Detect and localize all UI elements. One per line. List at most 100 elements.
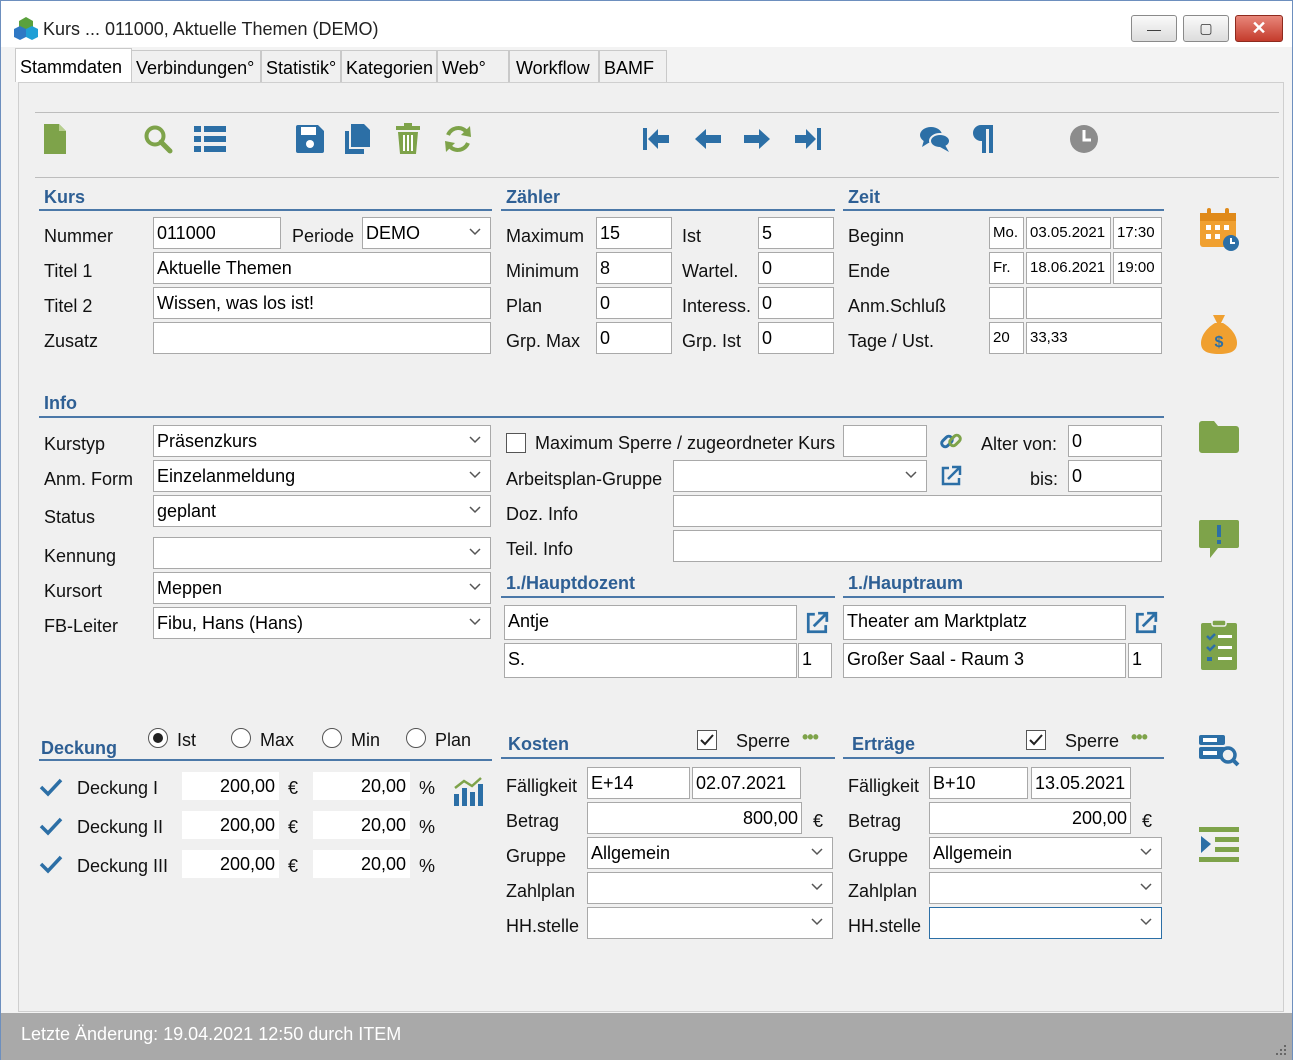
- titel1-input[interactable]: Aktuelle Themen: [153, 252, 491, 284]
- save-button[interactable]: [294, 123, 326, 155]
- minimize-button[interactable]: —: [1131, 15, 1177, 42]
- refresh-button[interactable]: [442, 123, 474, 155]
- tage-input[interactable]: 20: [989, 322, 1024, 354]
- grpmax-input[interactable]: 0: [596, 322, 672, 354]
- arbeitsplan-select[interactable]: [673, 460, 927, 492]
- last-record-button[interactable]: [792, 123, 824, 155]
- titel2-input[interactable]: Wissen, was los ist!: [153, 287, 491, 319]
- anmschluss-day-input[interactable]: [989, 287, 1024, 319]
- tab-verbindungen[interactable]: Verbindungen°: [131, 50, 261, 82]
- alter-bis-input[interactable]: 0: [1068, 460, 1162, 492]
- maximize-button[interactable]: ▢: [1183, 15, 1229, 42]
- deckung-chart-button[interactable]: [452, 775, 484, 807]
- ist-input[interactable]: 5: [758, 217, 834, 249]
- fbleiter-select[interactable]: Fibu, Hans (Hans): [153, 607, 491, 639]
- kurstyp-select[interactable]: Präsenzkurs: [153, 425, 491, 457]
- kosten-betrag-input[interactable]: 800,00: [587, 802, 802, 834]
- kosten-faelligkeit-code-input[interactable]: E+14: [587, 767, 690, 799]
- kosten-hhstelle-select[interactable]: [587, 907, 833, 939]
- kosten-zahlplan-select[interactable]: [587, 872, 833, 904]
- interess-input[interactable]: 0: [758, 287, 834, 319]
- ertraege-betrag-input[interactable]: 200,00: [929, 802, 1131, 834]
- minimum-input[interactable]: 8: [596, 252, 672, 284]
- deckung-percent-input[interactable]: 20,00: [313, 850, 410, 878]
- hauptdozent-name2-input[interactable]: S.: [504, 643, 797, 678]
- hauptdozent-count-input[interactable]: 1: [798, 643, 832, 678]
- deckung-max-radio[interactable]: [231, 728, 251, 748]
- close-button[interactable]: ✕: [1235, 15, 1283, 42]
- kursort-select[interactable]: Meppen: [153, 572, 491, 604]
- deckung-percent-input[interactable]: 20,00: [313, 772, 410, 800]
- tab-statistik[interactable]: Statistik°: [261, 50, 341, 82]
- grpist-input[interactable]: 0: [758, 322, 834, 354]
- kennung-select[interactable]: [153, 537, 491, 569]
- wartel-input[interactable]: 0: [758, 252, 834, 284]
- doz-info-input[interactable]: [673, 495, 1162, 527]
- ende-time-input[interactable]: 19:00: [1113, 252, 1162, 284]
- tab-kategorien[interactable]: Kategorien: [341, 50, 437, 82]
- link-course-button[interactable]: [935, 425, 967, 457]
- open-hauptraum-button[interactable]: [1130, 607, 1162, 639]
- periode-select[interactable]: DEMO: [362, 217, 491, 249]
- ertraege-zahlplan-select[interactable]: [929, 872, 1162, 904]
- open-hauptdozent-button[interactable]: [801, 607, 833, 639]
- copy-button[interactable]: [341, 123, 373, 155]
- tab-web[interactable]: Web°: [437, 50, 509, 82]
- search-records-button[interactable]: [1197, 727, 1241, 771]
- deckung-plan-radio[interactable]: [406, 728, 426, 748]
- hauptdozent-name-input[interactable]: Antje: [504, 605, 797, 640]
- tab-stammdaten[interactable]: Stammdaten: [15, 48, 132, 82]
- max-sperre-checkbox[interactable]: [506, 433, 526, 453]
- ertraege-faelligkeit-code-input[interactable]: B+10: [929, 767, 1028, 799]
- hauptraum-name2-input[interactable]: Großer Saal - Raum 3: [843, 643, 1126, 678]
- ertraege-gruppe-select[interactable]: Allgemein: [929, 837, 1162, 869]
- checklist-button[interactable]: [1197, 618, 1241, 674]
- ertraege-hhstelle-select[interactable]: [929, 907, 1162, 939]
- zusatz-input[interactable]: [153, 322, 491, 354]
- beginn-date-input[interactable]: 03.05.2021: [1026, 217, 1111, 249]
- zugeordneter-kurs-input[interactable]: [843, 425, 927, 457]
- kosten-more-button[interactable]: •••: [802, 727, 819, 748]
- tab-bamf[interactable]: BAMF: [599, 50, 667, 82]
- deckung-amount-input[interactable]: 200,00: [182, 850, 279, 878]
- teil-info-input[interactable]: [673, 530, 1162, 562]
- maximum-input[interactable]: 15: [596, 217, 672, 249]
- new-document-button[interactable]: [39, 123, 71, 155]
- search-button[interactable]: [142, 123, 174, 155]
- alter-von-input[interactable]: 0: [1068, 425, 1162, 457]
- list-view-button[interactable]: [194, 123, 226, 155]
- costs-button[interactable]: $: [1197, 311, 1241, 355]
- history-button[interactable]: [1068, 123, 1100, 155]
- calendar-button[interactable]: [1197, 207, 1241, 251]
- folder-button[interactable]: [1197, 415, 1241, 459]
- beginn-time-input[interactable]: 17:30: [1113, 217, 1162, 249]
- nummer-input[interactable]: 011000: [153, 217, 281, 249]
- comments-button[interactable]: [919, 123, 951, 155]
- delete-button[interactable]: [392, 123, 424, 155]
- deckung-amount-input[interactable]: 200,00: [182, 811, 279, 839]
- tab-workflow[interactable]: Workflow: [509, 50, 599, 82]
- paragraph-button[interactable]: [967, 123, 999, 155]
- plan-input[interactable]: 0: [596, 287, 672, 319]
- ende-day-input[interactable]: Fr.: [989, 252, 1024, 284]
- beginn-day-input[interactable]: Mo.: [989, 217, 1024, 249]
- previous-record-button[interactable]: [692, 123, 724, 155]
- hauptraum-name-input[interactable]: Theater am Marktplatz: [843, 605, 1126, 640]
- deckung-percent-input[interactable]: 20,00: [313, 811, 410, 839]
- open-arbeitsplan-button[interactable]: [935, 460, 967, 492]
- kosten-faelligkeit-date-input[interactable]: 02.07.2021: [692, 767, 801, 799]
- deckung-ist-radio[interactable]: [148, 728, 168, 748]
- ertraege-faelligkeit-date-input[interactable]: 13.05.2021: [1031, 767, 1131, 799]
- resize-grip-icon[interactable]: [1272, 1041, 1288, 1057]
- hauptraum-count-input[interactable]: 1: [1128, 643, 1162, 678]
- ust-input[interactable]: 33,33: [1026, 322, 1162, 354]
- deckung-min-radio[interactable]: [322, 728, 342, 748]
- ertraege-more-button[interactable]: •••: [1131, 727, 1148, 748]
- alert-message-button[interactable]: [1197, 518, 1241, 562]
- kosten-gruppe-select[interactable]: Allgemein: [587, 837, 833, 869]
- anmschluss-date-input[interactable]: [1026, 287, 1162, 319]
- kosten-sperre-checkbox[interactable]: [697, 730, 717, 750]
- ertraege-sperre-checkbox[interactable]: [1026, 730, 1046, 750]
- ende-date-input[interactable]: 18.06.2021: [1026, 252, 1111, 284]
- indent-list-button[interactable]: [1197, 823, 1241, 867]
